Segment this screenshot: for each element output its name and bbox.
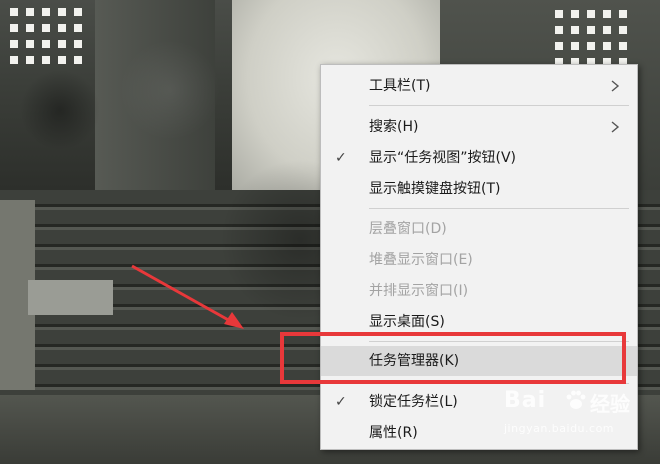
paw-icon [566,390,586,409]
menu-item-search[interactable]: 搜索(H) [321,112,637,142]
checkmark-icon: ✓ [335,150,347,166]
watermark-brand-text: 经验 [590,392,630,416]
menu-item-cascade-windows: 层叠窗口(D) [321,214,637,244]
baidu-watermark: Bai 经验 jingyan.baidu.com [500,382,660,452]
checkmark-icon: ✓ [335,394,347,410]
menu-item-label: 并排显示窗口(I) [369,283,469,299]
menu-item-label: 显示触摸键盘按钮(T) [369,181,501,197]
menu-item-label: 显示“任务视图”按钮(V) [369,150,517,166]
watermark-url: jingyan.baidu.com [504,422,615,435]
menu-item-label: 属性(R) [369,425,418,441]
menu-item-label: 堆叠显示窗口(E) [369,252,473,268]
watermark-logo-text: Bai [504,388,547,413]
menu-item-stack-windows: 堆叠显示窗口(E) [321,245,637,275]
menu-separator [369,208,629,209]
menu-item-label: 锁定任务栏(L) [369,394,458,410]
chevron-right-icon [611,80,620,92]
annotation-highlight-box [280,332,626,384]
menu-separator [369,105,629,106]
menu-item-show-task-view[interactable]: ✓ 显示“任务视图”按钮(V) [321,143,637,173]
chevron-right-icon [611,121,620,133]
menu-item-label: 搜索(H) [369,119,419,135]
menu-item-show-touch-keyboard[interactable]: 显示触摸键盘按钮(T) [321,174,637,204]
menu-item-side-by-side-windows: 并排显示窗口(I) [321,276,637,306]
menu-item-label: 工具栏(T) [369,78,431,94]
menu-item-label: 层叠窗口(D) [369,221,447,237]
menu-item-toolbars[interactable]: 工具栏(T) [321,71,637,101]
